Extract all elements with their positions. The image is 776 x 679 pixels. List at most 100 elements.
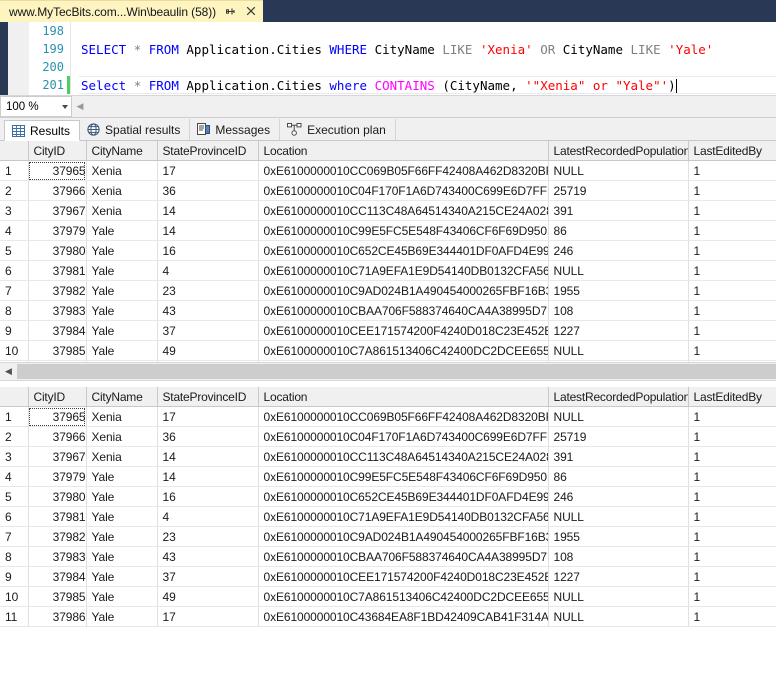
table-row[interactable]: 10 37985 Yale 49 0xE6100000010C7A861513406C4… — [0, 586, 776, 607]
cell-lasteditedby[interactable]: 1 — [688, 280, 776, 301]
cell-cityid[interactable]: 37980 — [28, 486, 87, 507]
results-grid-top[interactable]: CityID CityName StateProvinceID Location Lat… — [0, 141, 776, 362]
results-tab-execution-plan[interactable]: Execution plan — [280, 119, 396, 140]
cell-latestrecordedpopulation[interactable]: 108 — [548, 546, 689, 567]
cell-stateprovinceid[interactable]: 14 — [157, 200, 259, 221]
table-row[interactable]: 8 37983 Yale 43 0xE6100000010CBAA706F5883746… — [0, 300, 776, 321]
results-tab-results[interactable]: Results — [4, 120, 81, 141]
cell-cityname[interactable]: Yale — [86, 260, 158, 281]
scroll-left-button[interactable]: ◀ — [0, 363, 17, 380]
cell-stateprovinceid[interactable]: 17 — [157, 360, 259, 362]
cell-latestrecordedpopulation[interactable]: NULL — [548, 406, 689, 427]
table-row[interactable]: 2 37966 Xenia 36 0xE6100000010C04F170F1A6D74… — [0, 426, 776, 447]
cell-location[interactable]: 0xE6100000010C652CE45B69E344401DF0AFD4E9… — [258, 240, 549, 261]
row-number[interactable]: 7 — [0, 280, 29, 301]
cell-location[interactable]: 0xE6100000010C652CE45B69E344401DF0AFD4E9… — [258, 486, 549, 507]
row-number[interactable]: 10 — [0, 586, 29, 607]
cell-cityid[interactable]: 37983 — [28, 546, 87, 567]
cell-latestrecordedpopulation[interactable]: 25719 — [548, 180, 689, 201]
cell-latestrecordedpopulation[interactable]: 1227 — [548, 320, 689, 341]
column-header-stateprovinceid[interactable]: StateProvinceID — [157, 387, 259, 407]
cell-stateprovinceid[interactable]: 36 — [157, 426, 259, 447]
editor-selection-margin[interactable] — [8, 22, 30, 95]
cell-lasteditedby[interactable]: 1 — [688, 240, 776, 261]
editor-hscroll-track[interactable] — [88, 96, 776, 117]
cell-cityid[interactable]: 37983 — [28, 300, 87, 321]
editor-line[interactable]: 198 — [30, 22, 776, 40]
cell-cityname[interactable]: Yale — [86, 486, 158, 507]
table-row[interactable]: 6 37981 Yale 4 0xE6100000010C71A9EFA1E9D5414… — [0, 260, 776, 281]
results-grid-bottom[interactable]: CityID CityName StateProvinceID Location Lat… — [0, 387, 776, 679]
row-number[interactable]: 2 — [0, 426, 29, 447]
cell-lasteditedby[interactable]: 1 — [688, 566, 776, 587]
query-document-tab[interactable]: www.MyTecBits.com...Win\beaulin (58)) — [0, 0, 264, 22]
cell-stateprovinceid[interactable]: 16 — [157, 486, 259, 507]
cell-location[interactable]: 0xE6100000010C9AD024B1A490454000265FBF16… — [258, 280, 549, 301]
cell-cityname[interactable]: Yale — [86, 466, 158, 487]
cell-location[interactable]: 0xE6100000010C99E5FC5E548F43406CF6F69D95… — [258, 466, 549, 487]
cell-cityid[interactable]: 37981 — [28, 506, 87, 527]
column-header-lasteditedby[interactable]: LastEditedBy — [688, 141, 776, 161]
cell-latestrecordedpopulation[interactable]: NULL — [548, 506, 689, 527]
grid-corner-header[interactable] — [0, 141, 29, 161]
table-row[interactable]: 2 37966 Xenia 36 0xE6100000010C04F170F1A6D74… — [0, 180, 776, 201]
cell-stateprovinceid[interactable]: 4 — [157, 260, 259, 281]
row-number[interactable]: 4 — [0, 466, 29, 487]
cell-location[interactable]: 0xE6100000010C43684EA8F1BD42409CAB41F314… — [258, 360, 549, 362]
row-number[interactable]: 6 — [0, 260, 29, 281]
row-number[interactable]: 9 — [0, 566, 29, 587]
cell-cityid[interactable]: 37965 — [28, 160, 87, 181]
cell-location[interactable]: 0xE6100000010CEE171574200F4240D018C23E45… — [258, 320, 549, 341]
row-number[interactable]: 1 — [0, 160, 29, 181]
table-row[interactable]: 1 37965 Xenia 17 0xE6100000010CC069B05F66FF4… — [0, 160, 776, 181]
row-number[interactable]: 5 — [0, 486, 29, 507]
cell-location[interactable]: 0xE6100000010CC113C48A64514340A215CE24A0… — [258, 446, 549, 467]
cell-lasteditedby[interactable]: 1 — [688, 426, 776, 447]
column-header-stateprovinceid[interactable]: StateProvinceID — [157, 141, 259, 161]
cell-cityname[interactable]: Xenia — [86, 426, 158, 447]
cell-stateprovinceid[interactable]: 43 — [157, 546, 259, 567]
cell-stateprovinceid[interactable]: 14 — [157, 446, 259, 467]
cell-cityname[interactable]: Yale — [86, 566, 158, 587]
row-number[interactable]: 10 — [0, 340, 29, 361]
cell-cityid[interactable]: 37979 — [28, 220, 87, 241]
row-number[interactable]: 8 — [0, 300, 29, 321]
cell-lasteditedby[interactable]: 1 — [688, 300, 776, 321]
cell-lasteditedby[interactable]: 1 — [688, 200, 776, 221]
cell-stateprovinceid[interactable]: 14 — [157, 220, 259, 241]
row-number[interactable]: 8 — [0, 546, 29, 567]
table-row[interactable]: 3 37967 Xenia 14 0xE6100000010CC113C48A64514… — [0, 200, 776, 221]
editor-line[interactable]: 200 — [30, 58, 776, 76]
cell-cityname[interactable]: Yale — [86, 300, 158, 321]
cell-location[interactable]: 0xE6100000010C7A861513406C42400DC2DCEE65… — [258, 586, 549, 607]
cell-cityid[interactable]: 37982 — [28, 526, 87, 547]
cell-lasteditedby[interactable]: 1 — [688, 220, 776, 241]
cell-stateprovinceid[interactable]: 49 — [157, 340, 259, 361]
cell-cityid[interactable]: 37966 — [28, 426, 87, 447]
cell-stateprovinceid[interactable]: 14 — [157, 466, 259, 487]
table-row[interactable]: 9 37984 Yale 37 0xE6100000010CEE171574200F42… — [0, 320, 776, 341]
cell-stateprovinceid[interactable]: 37 — [157, 320, 259, 341]
cell-cityid[interactable]: 37985 — [28, 340, 87, 361]
cell-lasteditedby[interactable]: 1 — [688, 446, 776, 467]
column-header-lasteditedby[interactable]: LastEditedBy — [688, 387, 776, 407]
cell-cityid[interactable]: 37980 — [28, 240, 87, 261]
cell-latestrecordedpopulation[interactable]: 246 — [548, 240, 689, 261]
cell-stateprovinceid[interactable]: 17 — [157, 406, 259, 427]
cell-lasteditedby[interactable]: 1 — [688, 486, 776, 507]
cell-lasteditedby[interactable]: 1 — [688, 260, 776, 281]
column-header-cityid[interactable]: CityID — [28, 387, 87, 407]
cell-cityname[interactable]: Yale — [86, 320, 158, 341]
cell-lasteditedby[interactable]: 1 — [688, 360, 776, 362]
cell-latestrecordedpopulation[interactable]: 86 — [548, 220, 689, 241]
cell-cityid[interactable]: 37986 — [28, 360, 87, 362]
table-row[interactable]: 1137986Yale170xE6100000010C43684EA8F1BD4… — [0, 360, 776, 362]
row-number[interactable]: 5 — [0, 240, 29, 261]
cell-latestrecordedpopulation[interactable]: NULL — [548, 606, 689, 627]
cell-location[interactable]: 0xE6100000010C04F170F1A6D743400C699E6D7F… — [258, 180, 549, 201]
results-tab-messages[interactable]: Messages — [190, 119, 281, 140]
close-icon[interactable] — [245, 6, 257, 18]
cell-cityname[interactable]: Yale — [86, 340, 158, 361]
table-row[interactable]: 1137986Yale170xE6100000010C43684EA8F1BD4… — [0, 606, 776, 627]
row-number[interactable]: 4 — [0, 220, 29, 241]
